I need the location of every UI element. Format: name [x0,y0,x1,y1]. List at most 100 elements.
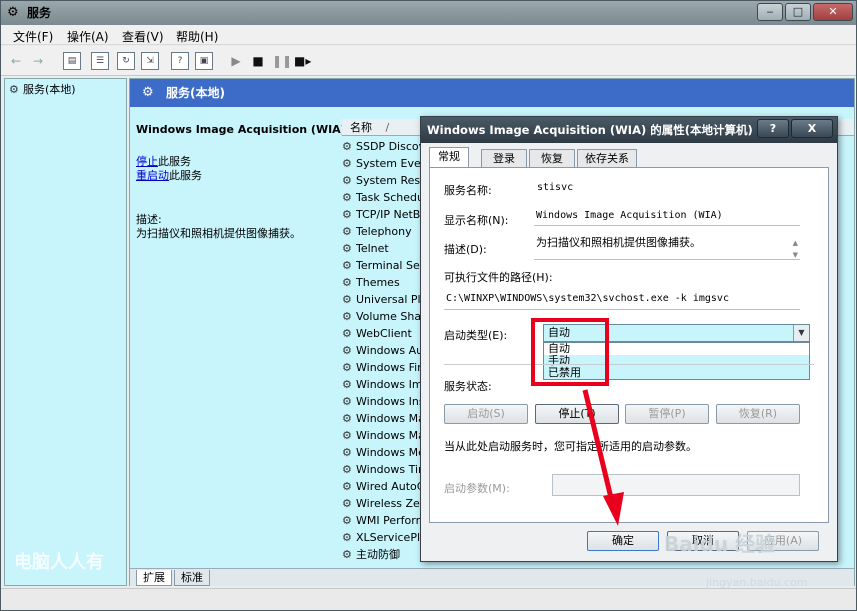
stop-button[interactable]: 停止(T) [535,404,619,424]
list-item[interactable]: ⚙ Task Schedu [342,189,432,206]
service-name: Wireless Zer [356,497,425,510]
list-item[interactable]: ⚙ Windows Au [342,342,432,359]
show-hide-tree-icon[interactable]: ▤ [63,52,81,70]
service-title: Windows Image Acquisition (WIA) [136,123,346,136]
tree-item-local-services[interactable]: ⚙ 服务(本地) [9,81,76,97]
baidu-url-watermark: jingyan.baidu.com [706,576,808,589]
service-name: XLServicePla [356,531,427,544]
column-name-header[interactable]: 名称 [350,121,372,134]
dialog-help-button[interactable]: ? [757,119,789,138]
list-item[interactable]: ⚙ Themes [342,274,432,291]
list-item[interactable]: ⚙ Universal Plu [342,291,432,308]
list-item[interactable]: ⚙ SSDP Discov [342,138,432,155]
service-gear-icon: ⚙ [342,463,352,476]
service-gear-icon: ⚙ [342,174,352,187]
tree-item-label: 服务(本地) [23,83,76,96]
service-name: Task Schedu [356,191,424,204]
list-item[interactable]: ⚙ Windows Ma [342,427,432,444]
service-gear-icon: ⚙ [342,361,352,374]
list-item[interactable]: ⚙ Telnet [342,240,432,257]
service-gear-icon: ⚙ [342,497,352,510]
properties-dialog: Windows Image Acquisition (WIA) 的属性(本地计算… [420,116,838,562]
window-title-bar[interactable]: ⚙ 服务 [1,1,856,25]
service-gear-icon: ⚙ [342,429,352,442]
list-item[interactable]: ⚙ WMI Perforn [342,512,432,529]
list-item[interactable]: ⚙ Windows Tir [342,461,432,478]
start-params-field[interactable] [552,474,800,496]
scroll-down-icon[interactable]: ▼ [793,248,798,262]
service-gear-icon: ⚙ [342,157,352,170]
menu-help[interactable]: 帮助(H) [176,28,218,45]
list-item[interactable]: ⚙ Telephony [342,223,432,240]
list-item[interactable]: ⚙ WebClient [342,325,432,342]
description-field[interactable]: 为扫描仪和照相机提供图像捕获。 ▲ ▼ [534,236,800,260]
minimize-button[interactable]: ‒ [757,3,783,21]
tab-general[interactable]: 常规 [429,147,469,168]
display-name-label: 显示名称(N): [444,214,509,227]
forward-arrow-icon[interactable]: → [29,52,47,70]
pane-header: ⚙ 服务(本地) [130,79,854,107]
pause-service-icon[interactable]: ❚❚ [271,52,292,70]
list-item[interactable]: ⚙ System Even [342,155,432,172]
close-button[interactable]: ✕ [813,3,853,21]
list-item[interactable]: ⚙ Terminal Ser [342,257,432,274]
list-item[interactable]: ⚙ Volume Shad [342,308,432,325]
list-item[interactable]: ⚙ Wired AutoC [342,478,432,495]
tab-standard[interactable]: 标准 [174,570,210,586]
service-name: WebClient [356,327,412,340]
list-item[interactable]: ⚙ 主动防御 [342,546,432,563]
service-name-value: stisvc [537,182,574,193]
list-item[interactable]: ⚙ Windows Im [342,376,432,393]
display-name-field[interactable]: Windows Image Acquisition (WIA) [534,208,800,226]
export-list-icon[interactable]: ⇲ [141,52,159,70]
restart-service-icon[interactable]: ■▸ [293,52,311,70]
list-item[interactable]: ⚙ Windows Me [342,444,432,461]
exe-path-field[interactable]: C:\WINXP\WINDOWS\system32\svchost.exe -k… [444,290,800,310]
service-gear-icon: ⚙ [342,310,352,323]
list-item[interactable]: ⚙ Windows Fir [342,359,432,376]
list-item[interactable]: ⚙ TCP/IP NetB [342,206,432,223]
list-item[interactable]: ⚙ Windows Ins [342,393,432,410]
stop-service-icon[interactable]: ■ [249,52,267,70]
exe-path-label: 可执行文件的路径(H): [444,271,553,284]
general-tab-panel: 服务名称: stisvc 显示名称(N): Windows Image Acqu… [429,167,829,523]
menu-action[interactable]: 操作(A) [67,28,109,45]
service-name: Telephony [356,225,412,238]
tab-extended[interactable]: 扩展 [136,570,172,586]
menu-view[interactable]: 查看(V) [122,28,164,45]
ok-button[interactable]: 确定 [587,531,659,551]
service-gear-icon: ⚙ [342,514,352,527]
description-field-text: 为扫描仪和照相机提供图像捕获。 [536,236,701,249]
list-item[interactable]: ⚙ Windows Ma [342,410,432,427]
dialog-close-button[interactable]: X [791,119,833,138]
properties-icon[interactable]: ☰ [91,52,109,70]
watermark-text: 电脑人人有 [14,552,104,573]
help-icon[interactable]: ? [171,52,189,70]
restore-button[interactable]: □ [785,3,811,21]
start-service-icon[interactable]: ▶ [227,52,245,70]
list-item[interactable]: ⚙ Wireless Zer [342,495,432,512]
pause-button[interactable]: 暂停(P) [625,404,709,424]
service-name: Windows Ins [356,395,425,408]
restart-service-link[interactable]: 重启动 [136,169,169,182]
back-arrow-icon[interactable]: ← [7,52,25,70]
service-gear-icon: ⚙ [342,140,352,153]
status-bar [1,588,856,610]
description-text: 为扫描仪和照相机提供图像捕获。 [136,227,301,240]
start-button[interactable]: 启动(S) [444,404,528,424]
tab-dependencies[interactable]: 依存关系 [577,149,637,167]
tab-logon[interactable]: 登录 [481,149,527,167]
show-pane-icon[interactable]: ▣ [195,52,213,70]
chevron-down-icon[interactable]: ▼ [793,325,809,341]
pane-header-title: 服务(本地) [166,86,225,100]
service-name: WMI Perforn [356,514,423,527]
list-item[interactable]: ⚙ System Rest [342,172,432,189]
services-gear-icon: ⚙ [7,5,19,20]
baidu-watermark: Baidu 经验 [664,532,776,556]
tab-recovery[interactable]: 恢复 [529,149,575,167]
menu-file[interactable]: 文件(F) [13,28,53,45]
refresh-icon[interactable]: ↻ [117,52,135,70]
list-item[interactable]: ⚙ XLServicePla [342,529,432,546]
resume-button[interactable]: 恢复(R) [716,404,800,424]
service-name: Windows Fir [356,361,422,374]
